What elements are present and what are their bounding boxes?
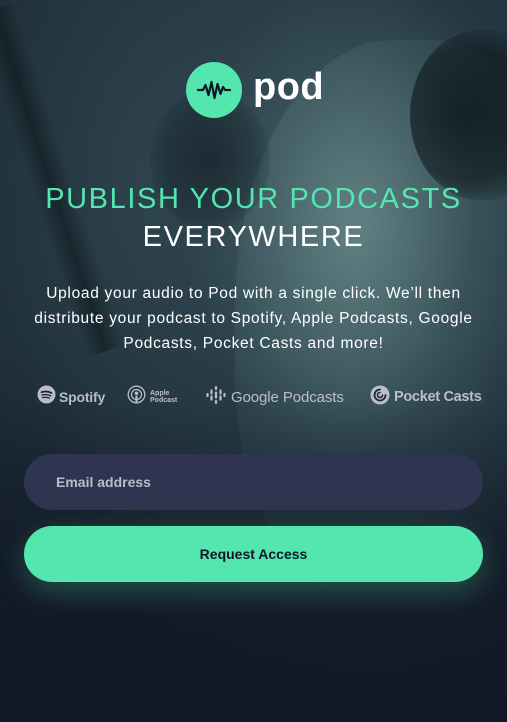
partner-pocket-label: Pocket Casts — [394, 389, 482, 405]
background-headphone — [410, 30, 507, 200]
partner-google-label: Google Podcasts — [231, 388, 344, 406]
partner-apple-label-line2: Podcast — [150, 397, 178, 404]
logo: pod — [186, 62, 324, 118]
landing-page: pod PUBLISH YOUR PODCASTS EVERYWHERE Upl… — [0, 0, 507, 722]
partner-logos: Spotify Apple Podcast Google Podcasts Po… — [0, 383, 507, 411]
waveform-icon — [186, 62, 242, 118]
headline-accent: PUBLISH YOUR PODCASTS — [45, 183, 462, 215]
partner-apple-podcasts: Apple Podcast — [127, 383, 177, 411]
request-access-button[interactable]: Request Access — [24, 526, 483, 582]
headline-rest: EVERYWHERE — [142, 221, 365, 253]
partner-spotify: Spotify — [37, 383, 105, 411]
spotify-icon — [37, 385, 56, 409]
page-title: PUBLISH YOUR PODCASTS EVERYWHERE — [0, 180, 507, 256]
partner-google-podcasts: Google Podcasts — [206, 383, 344, 411]
partner-apple-label-line1: Apple — [150, 389, 170, 397]
description: Upload your audio to Pod with a single c… — [34, 285, 473, 352]
email-field[interactable] — [24, 454, 483, 510]
partner-spotify-label: Spotify — [59, 389, 106, 405]
partner-apple-label: Apple Podcast — [150, 390, 177, 405]
brand-name: pod — [253, 66, 325, 108]
pocket-casts-icon — [370, 385, 390, 410]
apple-podcasts-icon — [127, 385, 146, 410]
google-podcasts-icon — [206, 385, 226, 410]
partner-pocket-casts: Pocket Casts — [370, 383, 482, 411]
